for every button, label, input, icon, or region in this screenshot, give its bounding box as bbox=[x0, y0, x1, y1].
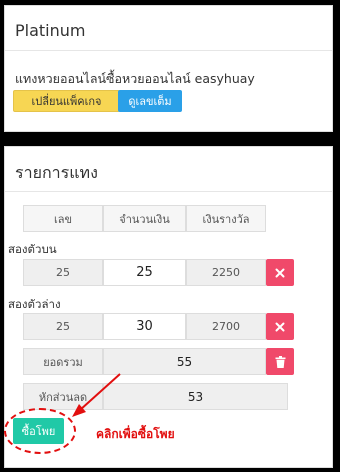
clear-all-button[interactable] bbox=[266, 348, 294, 375]
bet-amount-input[interactable]: 30 bbox=[103, 313, 186, 340]
close-icon bbox=[275, 268, 285, 277]
view-full-numbers-button[interactable]: ดูเลขเต็ม bbox=[118, 90, 182, 112]
discount-label: หักส่วนลด bbox=[23, 383, 103, 410]
total-value: 55 bbox=[103, 348, 266, 375]
package-card: Platinum แทงหวยออนไลน์ซื้อหวยออนไลน์ eas… bbox=[4, 5, 333, 132]
annotation-highlight bbox=[4, 408, 76, 454]
header-reward: เงินรางวัล bbox=[186, 205, 266, 232]
package-description: แทงหวยออนไลน์ซื้อหวยออนไลน์ easyhuay bbox=[15, 71, 255, 86]
bet-reward: 2250 bbox=[186, 259, 266, 286]
bet-type-label: สองตัวล่าง bbox=[8, 297, 61, 311]
annotation-text: คลิกเพื่อซื้อโพย bbox=[96, 427, 175, 441]
total-label: ยอดรวม bbox=[23, 348, 103, 375]
bet-amount-input[interactable]: 25 bbox=[103, 259, 186, 286]
bet-number: 25 bbox=[23, 259, 103, 286]
trash-icon bbox=[275, 355, 285, 368]
header-number: เลข bbox=[23, 205, 103, 232]
change-package-button[interactable]: เปลี่ยนแพ็คเกจ bbox=[13, 90, 120, 112]
header-amount: จำนวนเงิน bbox=[103, 205, 186, 232]
bet-reward: 2700 bbox=[186, 313, 266, 340]
bet-list-title: รายการแทง bbox=[15, 163, 98, 182]
delete-row-button[interactable] bbox=[266, 259, 294, 286]
bet-type-label: สองตัวบน bbox=[8, 242, 57, 256]
bet-number: 25 bbox=[23, 313, 103, 340]
discount-value: 53 bbox=[103, 383, 288, 410]
close-icon bbox=[275, 322, 285, 331]
delete-row-button[interactable] bbox=[266, 313, 294, 340]
divider bbox=[5, 191, 332, 192]
divider bbox=[5, 50, 332, 51]
package-title: Platinum bbox=[15, 21, 86, 40]
